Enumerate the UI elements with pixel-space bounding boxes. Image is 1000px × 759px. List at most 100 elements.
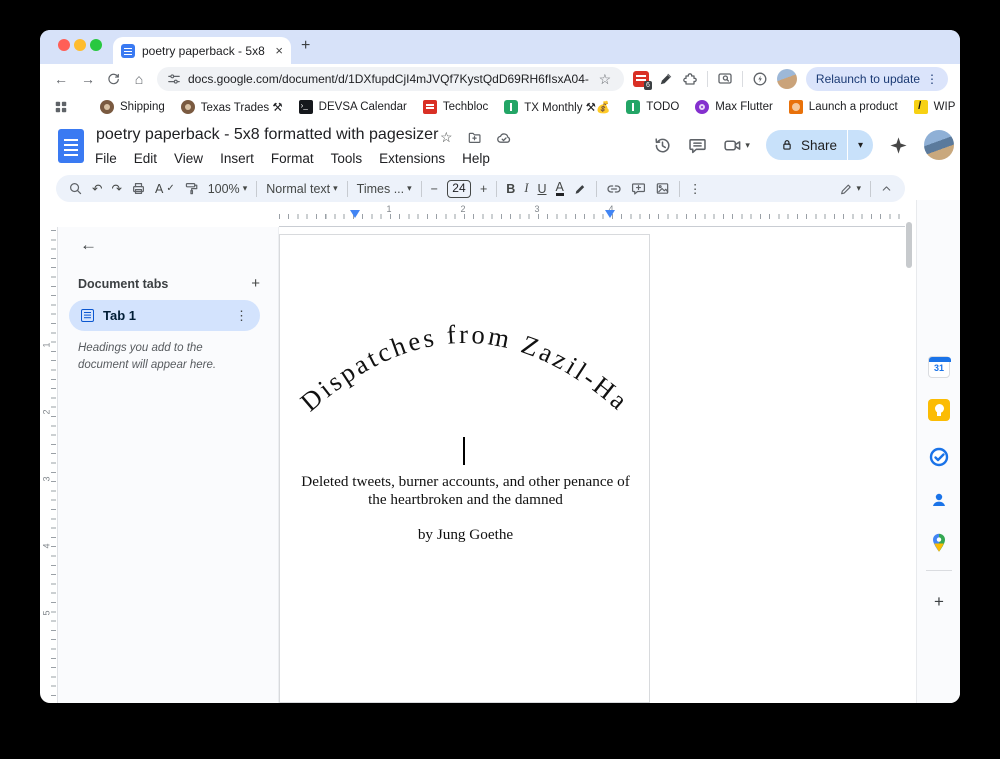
menu-extensions[interactable]: Extensions [379,151,445,166]
italic-button[interactable]: I [524,181,528,196]
bookmark-texas-trades[interactable]: Texas Trades ⚒ [180,100,283,114]
window-zoom-button[interactable] [90,39,102,51]
menu-insert[interactable]: Insert [220,151,254,166]
document-title[interactable]: poetry paperback - 5x8 formatted with pa… [96,126,438,144]
print-icon[interactable] [131,181,146,196]
spellcheck-icon[interactable]: A ✓ [155,182,175,196]
right-indent-marker[interactable] [605,210,615,218]
keep-app-icon[interactable] [927,398,951,422]
document-page[interactable]: Dispatches from Zazil-Ha Deleted tweets,… [279,234,650,703]
menu-tools[interactable]: Tools [331,151,363,166]
insert-link-icon[interactable] [606,181,622,197]
site-settings-icon[interactable] [167,72,181,86]
undo-icon[interactable]: ↶ [92,181,102,196]
byline-text[interactable]: by Jung Goethe [280,526,651,544]
maps-app-icon[interactable] [927,531,951,555]
paint-format-icon[interactable] [184,181,199,196]
share-caret-icon[interactable]: ▾ [848,140,873,151]
browser-tab[interactable]: poetry paperback - 5x8 formatted with pa… [113,37,291,64]
bookmark-max-flutter[interactable]: Max Flutter [695,100,773,114]
reload-icon[interactable] [106,72,121,87]
browser-profile-avatar[interactable] [776,69,797,89]
move-to-folder-icon[interactable] [467,130,482,145]
version-history-icon[interactable] [653,136,672,155]
home-icon[interactable]: ⌂ [130,71,148,87]
menu-help[interactable]: Help [462,151,490,166]
document-tab-1[interactable]: Tab 1 ⋮ [69,300,260,331]
bold-button[interactable]: B [506,182,515,196]
increase-font-size-button[interactable]: + [480,182,487,196]
tab-close-icon[interactable]: × [275,43,283,58]
cloud-saved-icon[interactable] [496,130,512,146]
collapse-panel-back-icon[interactable]: ← [80,235,97,255]
workspace-side-panel: 31 + › [916,200,960,703]
highlight-color-icon[interactable] [573,182,587,196]
redo-icon[interactable]: ↷ [111,181,121,196]
hide-menus-icon[interactable] [880,182,893,195]
document-canvas: Dispatches from Zazil-Ha Deleted tweets,… [279,227,905,703]
paragraph-style-select[interactable]: Normal text ▾ [266,182,337,196]
contacts-app-icon[interactable] [927,488,951,512]
eyedropper-extension-icon[interactable] [658,72,673,87]
account-avatar[interactable] [924,130,954,160]
menu-edit[interactable]: Edit [134,151,157,166]
subtitle-line-1[interactable]: Deleted tweets, burner accounts, and oth… [280,473,651,491]
star-document-icon[interactable]: ☆ [440,129,453,146]
relaunch-menu-icon[interactable]: ⋮ [926,72,938,86]
horizontal-ruler[interactable]: 1 2 3 4 [279,204,905,222]
gemini-sparkle-icon[interactable] [889,136,908,155]
tab-1-menu-icon[interactable]: ⋮ [235,308,248,324]
vertical-scrollbar-thumb[interactable] [906,222,912,268]
insert-image-icon[interactable] [655,181,670,196]
bookmark-devsa-calendar[interactable]: DEVSA Calendar [298,100,407,114]
menu-file[interactable]: File [95,151,117,166]
bookmark-launch-a-product[interactable]: Launch a product [788,100,898,114]
address-bar[interactable]: docs.google.com/document/d/1DXfupdCjI4mJ… [157,67,624,91]
vertical-ruler[interactable]: 1 2 3 4 5 [42,230,57,703]
window-close-button[interactable] [58,39,70,51]
apps-grid-icon[interactable] [54,100,68,114]
decrease-font-size-button[interactable]: − [431,182,438,196]
comments-icon[interactable] [688,136,707,155]
divider [595,180,597,197]
calendar-app-icon[interactable]: 31 [927,355,951,379]
document-tabs-heading: Document tabs [78,276,169,291]
left-indent-marker[interactable] [350,210,360,218]
extensions-puzzle-icon[interactable] [682,71,698,87]
bookmark-techbloc[interactable]: Techbloc [422,100,488,114]
editing-mode-select[interactable]: ▾ [839,182,861,196]
arched-title-wordart[interactable]: Dispatches from Zazil-Ha [283,319,647,439]
lightning-extension-icon[interactable] [752,71,768,87]
search-menus-icon[interactable] [68,181,83,196]
get-add-ons-button[interactable]: + [917,592,960,612]
bookmark-star-icon[interactable]: ☆ [596,71,614,88]
video-call-caret-icon[interactable]: ▾ [745,140,750,151]
share-button[interactable]: Share ▾ [765,130,873,160]
menu-format[interactable]: Format [271,151,314,166]
join-call-button[interactable]: ▾ [723,136,750,155]
font-select[interactable]: Times ... ▾ [357,182,412,196]
ruler-ticks [51,230,56,703]
subtitle-line-2[interactable]: the heartbroken and the damned [280,491,651,509]
forward-icon[interactable]: → [79,71,97,87]
zoom-select[interactable]: 100% ▾ [208,182,248,196]
more-tools-icon[interactable]: ⋮ [689,181,702,196]
google-docs-logo[interactable] [58,129,84,163]
bookmark-todo[interactable]: TODO [626,100,679,114]
add-comment-icon[interactable] [631,181,646,196]
text-color-button[interactable]: A [555,180,564,196]
menu-view[interactable]: View [174,151,203,166]
new-tab-button[interactable]: + [301,37,310,55]
font-size-input[interactable]: 24 [446,179,471,198]
underline-button[interactable]: U [537,182,546,196]
bookmark-wip[interactable]: WIP [913,100,955,114]
window-minimize-button[interactable] [74,39,86,51]
bookmark-tx-monthly[interactable]: TX Monthly ⚒💰 [504,100,610,114]
tasks-app-icon[interactable] [927,445,951,469]
screen-search-extension-icon[interactable] [717,71,733,87]
relaunch-to-update-button[interactable]: Relaunch to update ⋮ [805,67,948,91]
extension-red-icon[interactable]: 6 [632,71,652,90]
back-icon[interactable]: ← [52,71,70,87]
bookmark-shipping[interactable]: Shipping [100,100,165,114]
add-tab-button[interactable]: + [251,275,260,292]
